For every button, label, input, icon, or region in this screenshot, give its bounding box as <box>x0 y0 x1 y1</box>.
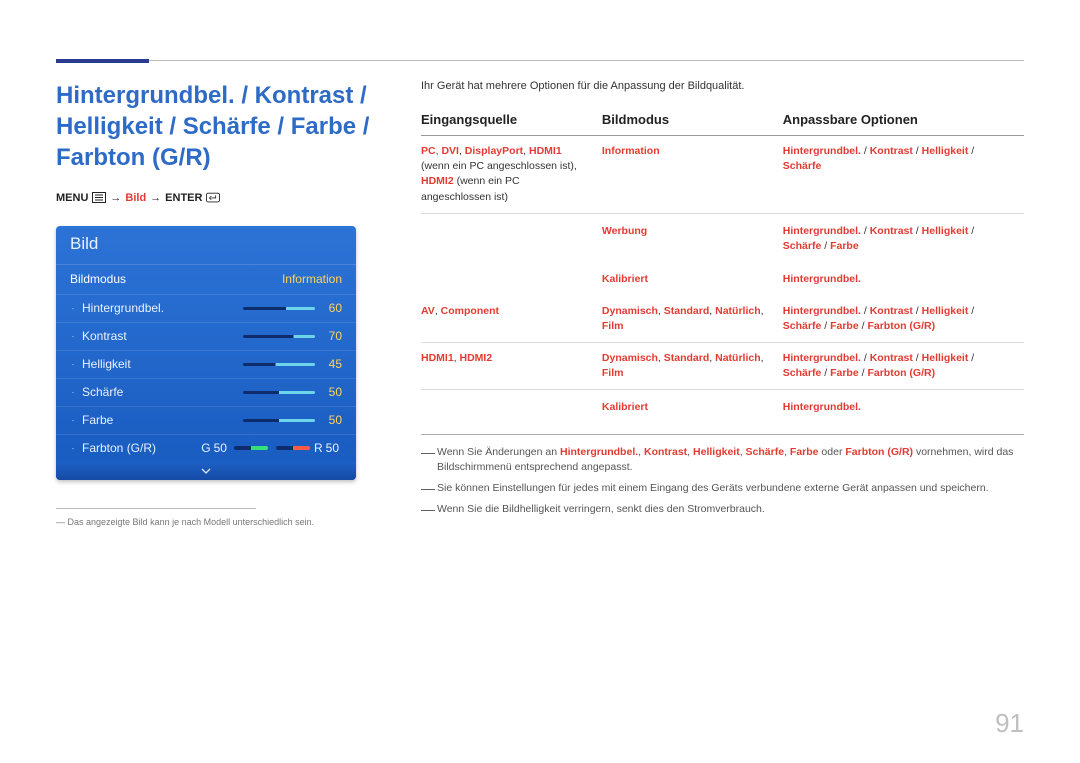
bullet-icon: · <box>70 387 76 397</box>
page-title: Hintergrundbel. / Kontrast / Helligkeit … <box>56 80 371 174</box>
intro-text: Ihr Gerät hat mehrere Optionen für die A… <box>421 80 1024 92</box>
th-source: Eingangsquelle <box>421 106 602 136</box>
note-text: Wenn Sie Änderungen an Hintergrundbel., … <box>437 445 1024 475</box>
cell-options: Hintergrundbel. / Kontrast / Helligkeit … <box>783 213 1024 262</box>
th-mode: Bildmodus <box>602 106 783 136</box>
r-label: R <box>314 441 323 455</box>
menu-row[interactable]: · Farbe 50 <box>56 406 356 434</box>
menu-value: 45 <box>329 357 342 371</box>
footnote-text: Das angezeigte Bild kann je nach Modell … <box>68 517 315 527</box>
table-row: AV, Component Dynamisch, Standard, Natür… <box>421 296 1024 343</box>
note-item: ―Sie können Einstellungen für jedes mit … <box>421 481 1024 496</box>
cell-options: Hintergrundbel. <box>783 262 1024 295</box>
slider <box>243 391 315 394</box>
menu-row[interactable]: · Helligkeit 45 <box>56 350 356 378</box>
enter-icon <box>206 192 220 203</box>
menu-value: 50 <box>329 413 342 427</box>
bc-arrow: → <box>110 192 121 204</box>
menu-scroll-down[interactable] <box>56 462 356 480</box>
menu-header: Bild <box>56 226 356 264</box>
slider <box>243 335 315 338</box>
cell-mode: Werbung <box>602 213 783 262</box>
breadcrumb: MENU → Bild → ENTER <box>56 192 371 204</box>
slider <box>243 307 315 310</box>
chevron-down-icon <box>201 468 211 474</box>
menu-icon <box>92 192 106 203</box>
menu-row[interactable]: · Kontrast 70 <box>56 322 356 350</box>
menu-row-farbton[interactable]: · Farbton (G/R) G 50 R 50 <box>56 434 356 462</box>
slider <box>243 363 315 366</box>
footnote: ― Das angezeigte Bild kann je nach Model… <box>56 517 371 527</box>
bc-item: Bild <box>125 192 146 204</box>
note-text: Sie können Einstellungen für jedes mit e… <box>437 481 989 496</box>
dash-icon: ― <box>421 502 437 517</box>
right-column: Ihr Gerät hat mehrere Optionen für die A… <box>401 80 1024 527</box>
r-value: 50 <box>326 441 339 455</box>
cell-mode: Kalibriert <box>602 390 783 424</box>
dash-icon: ― <box>421 481 437 496</box>
menu-row-bildmodus[interactable]: Bildmodus Information <box>56 264 356 294</box>
menu-value: 70 <box>329 329 342 343</box>
table-row: Kalibriert Hintergrundbel. <box>421 390 1024 424</box>
options-table: Eingangsquelle Bildmodus Anpassbare Opti… <box>421 106 1024 424</box>
footnote-rule <box>56 508 256 509</box>
menu-label: Farbe <box>82 413 237 427</box>
cell-source <box>421 262 602 295</box>
notes: ―Wenn Sie Änderungen an Hintergrundbel.,… <box>421 435 1024 518</box>
menu-row[interactable]: · Hintergrundbel. 60 <box>56 294 356 322</box>
menu-value: Information <box>282 272 342 286</box>
cell-mode: Kalibriert <box>602 262 783 295</box>
menu-value: 60 <box>329 301 342 315</box>
table-row: PC, DVI, DisplayPort, HDMI1 (wenn ein PC… <box>421 136 1024 214</box>
bullet-icon: · <box>70 415 76 425</box>
note-text: Wenn Sie die Bildhelligkeit verringern, … <box>437 502 765 517</box>
bullet-icon: · <box>70 331 76 341</box>
slider <box>243 419 315 422</box>
bullet-icon: · <box>70 303 76 313</box>
note-item: ―Wenn Sie die Bildhelligkeit verringern,… <box>421 502 1024 517</box>
table-row: Werbung Hintergrundbel. / Kontrast / Hel… <box>421 213 1024 262</box>
bc-enter: ENTER <box>165 192 202 204</box>
g-label: G <box>201 441 210 455</box>
g-bar <box>234 446 268 450</box>
dash-icon: ― <box>421 445 437 475</box>
th-options: Anpassbare Optionen <box>783 106 1024 136</box>
bullet-icon: · <box>70 359 76 369</box>
menu-label: Hintergrundbel. <box>82 301 237 315</box>
table-row: HDMI1, HDMI2 Dynamisch, Standard, Natürl… <box>421 342 1024 389</box>
cell-options: Hintergrundbel. / Kontrast / Helligkeit … <box>783 136 1024 214</box>
menu-row[interactable]: · Schärfe 50 <box>56 378 356 406</box>
cell-source <box>421 213 602 262</box>
cell-options: Hintergrundbel. / Kontrast / Helligkeit … <box>783 342 1024 389</box>
page-number: 91 <box>995 708 1024 739</box>
cell-options: Hintergrundbel. / Kontrast / Helligkeit … <box>783 296 1024 343</box>
cell-source: PC, DVI, DisplayPort, HDMI1 (wenn ein PC… <box>421 136 602 214</box>
cell-source: AV, Component <box>421 296 602 343</box>
cell-source <box>421 390 602 424</box>
r-bar <box>276 446 310 450</box>
cell-mode: Dynamisch, Standard, Natürlich, Film <box>602 342 783 389</box>
menu-label: Kontrast <box>82 329 237 343</box>
menu-label: Schärfe <box>82 385 237 399</box>
menu-label: Bildmodus <box>70 272 274 286</box>
cell-source: HDMI1, HDMI2 <box>421 342 602 389</box>
menu-label: Farbton (G/R) <box>82 441 201 455</box>
menu-label: Helligkeit <box>82 357 237 371</box>
cell-mode: Dynamisch, Standard, Natürlich, Film <box>602 296 783 343</box>
bc-arrow: → <box>150 192 161 204</box>
menu-value: 50 <box>329 385 342 399</box>
bc-menu: MENU <box>56 192 88 204</box>
g-value: 50 <box>214 441 227 455</box>
cell-options: Hintergrundbel. <box>783 390 1024 424</box>
bullet-icon: · <box>70 443 76 453</box>
note-item: ―Wenn Sie Änderungen an Hintergrundbel.,… <box>421 445 1024 475</box>
cell-mode: Information <box>602 136 783 214</box>
table-row: Kalibriert Hintergrundbel. <box>421 262 1024 295</box>
page: Hintergrundbel. / Kontrast / Helligkeit … <box>0 0 1080 763</box>
left-column: Hintergrundbel. / Kontrast / Helligkeit … <box>56 80 401 527</box>
menu-panel: Bild Bildmodus Information · Hintergrund… <box>56 226 356 480</box>
